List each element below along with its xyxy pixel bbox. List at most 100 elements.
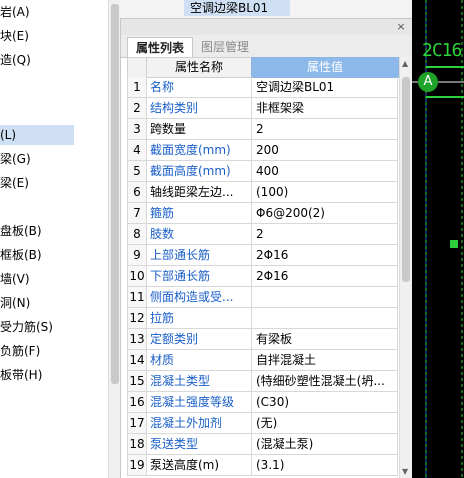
table-row[interactable]: 18 泵送类型 (混凝土泵) xyxy=(127,434,399,455)
left-menu-item[interactable]: 受力筋(S) xyxy=(0,317,53,337)
cad-drawing xyxy=(412,0,464,478)
table-row[interactable]: 13 定额类别 有梁板 xyxy=(127,329,399,350)
row-number: 18 xyxy=(127,434,147,455)
property-value-cell[interactable] xyxy=(252,287,398,308)
property-scrollbar[interactable]: ▲ ▼ xyxy=(399,57,412,478)
cad-canvas[interactable]: 2C16 A xyxy=(412,0,464,478)
property-value-cell[interactable]: 2Φ16 xyxy=(252,266,398,287)
table-row[interactable]: 10 下部通长筋 2Φ16 xyxy=(127,266,399,287)
property-name-cell[interactable]: 混凝土外加剂 xyxy=(146,413,252,434)
property-value-cell[interactable]: (无) xyxy=(252,413,398,434)
close-icon[interactable]: × xyxy=(395,19,407,35)
row-number: 4 xyxy=(127,140,147,161)
component-list-panel: 空调边梁BL01 xyxy=(120,0,412,19)
left-menu-item[interactable]: 负筋(F) xyxy=(0,341,40,361)
left-menu-item[interactable]: 造(Q) xyxy=(0,50,31,70)
left-menu-item[interactable]: 墙(V) xyxy=(0,269,30,289)
row-number: 7 xyxy=(127,203,147,224)
property-panel: × 属性列表 图层管理 属性名称 属性值 1 名称 空调边梁BL01 2 结构类别 非框架… xyxy=(120,19,413,478)
property-name-cell[interactable]: 名称 xyxy=(146,77,252,98)
left-menu-item-selected[interactable]: (L) xyxy=(0,125,74,145)
property-name-cell[interactable]: 泵送高度(m) xyxy=(146,455,252,476)
property-value-cell[interactable]: 400 xyxy=(252,161,398,182)
left-menu-item[interactable]: 盘板(B) xyxy=(0,221,42,241)
tab-layer-management[interactable]: 图层管理 xyxy=(193,37,257,57)
grid-header: 属性名称 属性值 xyxy=(127,57,399,78)
row-number: 14 xyxy=(127,350,147,371)
property-name-cell[interactable]: 泵送类型 xyxy=(146,434,252,455)
left-menu-item[interactable]: 洞(N) xyxy=(0,293,30,313)
left-menu-item[interactable]: 梁(E) xyxy=(0,173,29,193)
property-name-cell[interactable]: 箍筋 xyxy=(146,203,252,224)
header-row-number xyxy=(127,57,146,78)
property-value-cell[interactable]: 2Φ16 xyxy=(252,245,398,266)
property-name-cell[interactable]: 肢数 xyxy=(146,224,252,245)
property-name-cell[interactable]: 截面高度(mm) xyxy=(146,161,252,182)
property-value-cell[interactable]: (C30) xyxy=(252,392,398,413)
table-row[interactable]: 9 上部通长筋 2Φ16 xyxy=(127,245,399,266)
row-number: 5 xyxy=(127,161,147,182)
header-property-name[interactable]: 属性名称 xyxy=(146,57,251,78)
property-name-cell[interactable]: 轴线距梁左边... xyxy=(146,182,252,203)
row-number: 12 xyxy=(127,308,147,329)
table-row[interactable]: 16 混凝土强度等级 (C30) xyxy=(127,392,399,413)
left-scrollbar-thumb[interactable] xyxy=(111,4,119,384)
property-value-cell[interactable]: 空调边梁BL01 xyxy=(252,77,398,98)
table-row[interactable]: 7 箍筋 Φ6@200(2) xyxy=(127,203,399,224)
property-value-cell[interactable] xyxy=(252,308,398,329)
property-name-cell[interactable]: 侧面构造或受... xyxy=(146,287,252,308)
table-row[interactable]: 17 混凝土外加剂 (无) xyxy=(127,413,399,434)
scroll-up-arrow-icon[interactable]: ▲ xyxy=(402,59,408,68)
left-menu-item[interactable]: 板带(H) xyxy=(0,365,42,385)
header-property-value[interactable]: 属性值 xyxy=(251,57,399,78)
property-value-cell[interactable]: 有梁板 xyxy=(252,329,398,350)
row-number: 13 xyxy=(127,329,147,350)
property-name-cell[interactable]: 结构类别 xyxy=(146,98,252,119)
table-row[interactable]: 6 轴线距梁左边... (100) xyxy=(127,182,399,203)
property-name-cell[interactable]: 跨数量 xyxy=(146,119,252,140)
property-name-cell[interactable]: 拉筋 xyxy=(146,308,252,329)
left-menu-item[interactable]: 梁(G) xyxy=(0,149,31,169)
cad-rebar-label: 2C16 xyxy=(422,40,462,61)
table-row[interactable]: 2 结构类别 非框架梁 xyxy=(127,98,399,119)
property-value-cell[interactable]: (3.1) xyxy=(252,455,398,476)
property-value-cell[interactable]: 200 xyxy=(252,140,398,161)
table-row[interactable]: 1 名称 空调边梁BL01 xyxy=(127,77,399,98)
left-menu-item[interactable]: 岩(A) xyxy=(0,2,30,22)
property-value-cell[interactable]: (特细砂塑性混凝土(坍... xyxy=(252,371,398,392)
table-row[interactable]: 5 截面高度(mm) 400 xyxy=(127,161,399,182)
property-value-cell[interactable]: 2 xyxy=(252,119,398,140)
property-name-cell[interactable]: 混凝土类型 xyxy=(146,371,252,392)
row-number: 10 xyxy=(127,266,147,287)
property-value-cell[interactable]: 2 xyxy=(252,224,398,245)
property-value-cell[interactable]: (100) xyxy=(252,182,398,203)
left-menu-item[interactable]: 框板(B) xyxy=(0,245,42,265)
table-row[interactable]: 19 泵送高度(m) (3.1) xyxy=(127,455,399,476)
table-row[interactable]: 8 肢数 2 xyxy=(127,224,399,245)
axis-marker-icon[interactable]: A xyxy=(418,72,438,92)
property-name-cell[interactable]: 混凝土强度等级 xyxy=(146,392,252,413)
table-row[interactable]: 11 侧面构造或受... xyxy=(127,287,399,308)
property-value-cell[interactable]: (混凝土泵) xyxy=(252,434,398,455)
tab-property-list[interactable]: 属性列表 xyxy=(127,37,194,58)
table-row[interactable]: 4 截面宽度(mm) 200 xyxy=(127,140,399,161)
table-row[interactable]: 3 跨数量 2 xyxy=(127,119,399,140)
scroll-down-arrow-icon[interactable]: ▼ xyxy=(402,467,408,476)
property-value-cell[interactable]: 自拌混凝土 xyxy=(252,350,398,371)
property-name-cell[interactable]: 材质 xyxy=(146,350,252,371)
row-number: 2 xyxy=(127,98,147,119)
property-value-cell[interactable]: Φ6@200(2) xyxy=(252,203,398,224)
left-menu-item[interactable]: 块(E) xyxy=(0,26,29,46)
table-row[interactable]: 15 混凝土类型 (特细砂塑性混凝土(坍... xyxy=(127,371,399,392)
cad-beam-top xyxy=(426,66,464,68)
property-value-cell[interactable]: 非框架梁 xyxy=(252,98,398,119)
row-number: 16 xyxy=(127,392,147,413)
selected-component[interactable]: 空调边梁BL01 xyxy=(184,0,290,16)
property-name-cell[interactable]: 下部通长筋 xyxy=(146,266,252,287)
property-name-cell[interactable]: 截面宽度(mm) xyxy=(146,140,252,161)
property-scrollbar-thumb[interactable] xyxy=(402,77,410,282)
property-name-cell[interactable]: 上部通长筋 xyxy=(146,245,252,266)
property-name-cell[interactable]: 定额类别 xyxy=(146,329,252,350)
table-row[interactable]: 14 材质 自拌混凝土 xyxy=(127,350,399,371)
table-row[interactable]: 12 拉筋 xyxy=(127,308,399,329)
